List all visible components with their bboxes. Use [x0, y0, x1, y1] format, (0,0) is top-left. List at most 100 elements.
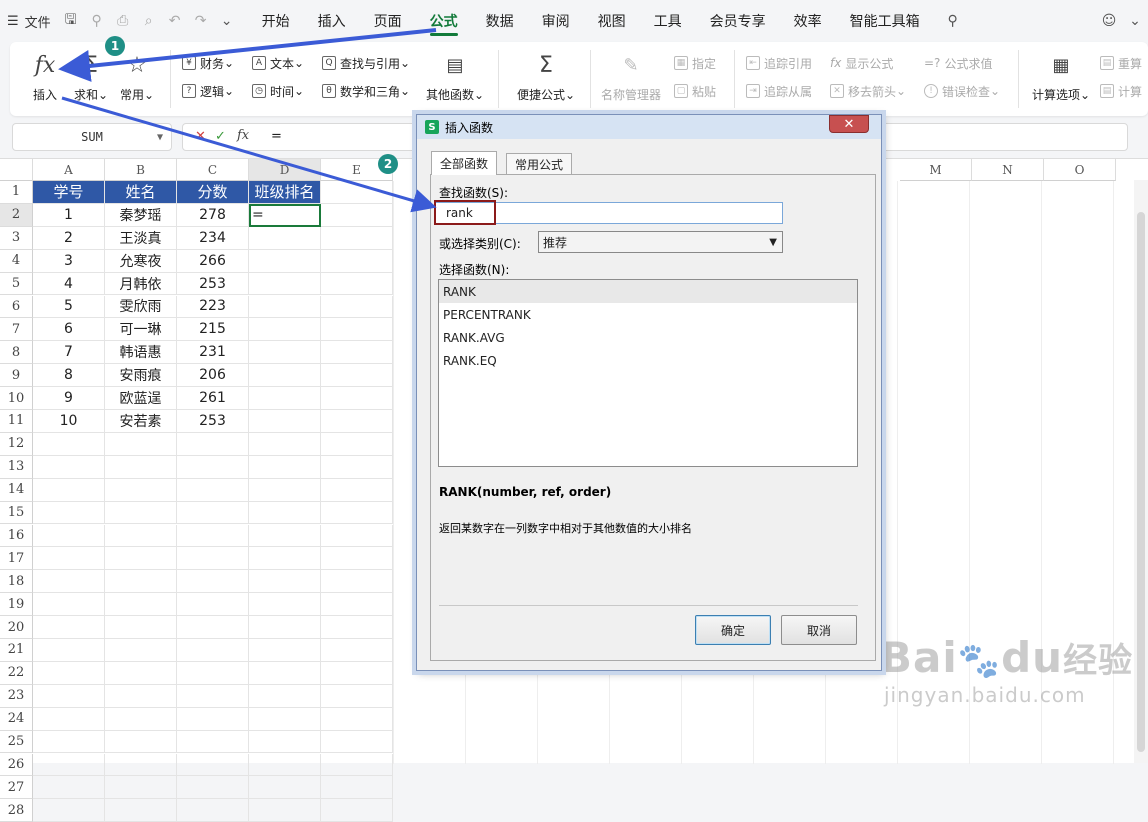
- ok-button[interactable]: 确定: [695, 615, 771, 645]
- table-cell[interactable]: [249, 341, 321, 365]
- table-cell[interactable]: [249, 295, 321, 319]
- row-header[interactable]: 15: [0, 501, 33, 525]
- empty-cell[interactable]: [321, 410, 393, 433]
- row-header[interactable]: 21: [0, 639, 33, 662]
- row-header[interactable]: 2: [0, 203, 33, 227]
- empty-cell[interactable]: [105, 593, 177, 617]
- tab-7[interactable]: 工具: [640, 0, 696, 42]
- tab-10[interactable]: 智能工具箱: [836, 0, 934, 42]
- common-button[interactable]: ☆ 常用⌄: [116, 50, 158, 103]
- table-cell[interactable]: 4: [33, 272, 105, 296]
- row-header[interactable]: 27: [0, 776, 33, 800]
- empty-cell[interactable]: [105, 639, 177, 662]
- empty-cell[interactable]: [321, 570, 393, 594]
- table-cell[interactable]: 231: [177, 341, 249, 365]
- other-functions-button[interactable]: ▤ 其他函数⌄: [422, 50, 488, 103]
- table-cell[interactable]: 10: [33, 410, 105, 433]
- row-header[interactable]: 6: [0, 295, 33, 319]
- table-cell[interactable]: 韩语惠: [105, 341, 177, 365]
- empty-cell[interactable]: [249, 501, 321, 525]
- empty-cell[interactable]: [321, 295, 393, 319]
- empty-cell[interactable]: [249, 707, 321, 731]
- table-cell[interactable]: [249, 318, 321, 342]
- empty-cell[interactable]: [321, 707, 393, 731]
- empty-cell[interactable]: [105, 707, 177, 731]
- table-cell[interactable]: 雯欣雨: [105, 295, 177, 319]
- row-header[interactable]: 12: [0, 432, 33, 456]
- empty-cell[interactable]: [177, 501, 249, 525]
- empty-cell[interactable]: [177, 593, 249, 617]
- function-list-item[interactable]: PERCENTRANK: [439, 303, 857, 326]
- empty-cell[interactable]: [249, 547, 321, 571]
- math-button[interactable]: θ 数学和三角 ⌄: [322, 80, 410, 102]
- empty-cell[interactable]: [249, 524, 321, 548]
- row-header[interactable]: 7: [0, 318, 33, 342]
- time-button[interactable]: ◷ 时间 ⌄: [252, 80, 304, 102]
- empty-cell[interactable]: [249, 661, 321, 685]
- table-cell[interactable]: [249, 272, 321, 296]
- empty-cell[interactable]: [321, 272, 393, 296]
- empty-cell[interactable]: [249, 593, 321, 617]
- column-header[interactable]: O: [1044, 159, 1116, 181]
- fx-icon[interactable]: fx: [237, 128, 249, 143]
- header-cell[interactable]: 分数: [177, 181, 249, 204]
- empty-cell[interactable]: [177, 730, 249, 754]
- empty-cell[interactable]: [33, 661, 105, 685]
- column-header[interactable]: N: [972, 159, 1044, 181]
- row-header[interactable]: 5: [0, 272, 33, 296]
- empty-cell[interactable]: [321, 799, 393, 822]
- category-select[interactable]: 推荐 ▼: [538, 231, 783, 253]
- empty-cell[interactable]: [105, 776, 177, 800]
- name-box[interactable]: SUM ▼: [12, 123, 172, 151]
- calc-options-button[interactable]: ▦ 计算选项⌄: [1028, 50, 1094, 103]
- tab-0[interactable]: 开始: [248, 0, 304, 42]
- empty-cell[interactable]: [321, 547, 393, 571]
- show-formula-button[interactable]: fx 显示公式: [830, 52, 893, 74]
- row-header[interactable]: 24: [0, 707, 33, 731]
- empty-cell[interactable]: [33, 478, 105, 502]
- function-list-item[interactable]: RANK: [439, 280, 857, 303]
- empty-cell[interactable]: [105, 570, 177, 594]
- empty-cell[interactable]: [321, 387, 393, 410]
- table-cell[interactable]: 欧蓝逞: [105, 387, 177, 410]
- table-cell[interactable]: 266: [177, 249, 249, 273]
- cancel-button[interactable]: 取消: [781, 615, 857, 645]
- more-chevron-icon[interactable]: ⌄: [214, 0, 240, 42]
- empty-cell[interactable]: [105, 616, 177, 639]
- empty-cell[interactable]: [177, 478, 249, 502]
- table-cell[interactable]: 253: [177, 410, 249, 433]
- empty-cell[interactable]: [177, 799, 249, 822]
- row-header[interactable]: 1: [0, 181, 33, 204]
- empty-cell[interactable]: [33, 684, 105, 708]
- column-header[interactable]: A: [33, 159, 105, 181]
- row-header[interactable]: 9: [0, 364, 33, 388]
- empty-cell[interactable]: [321, 181, 393, 204]
- empty-cell[interactable]: [249, 799, 321, 822]
- row-header[interactable]: 20: [0, 616, 33, 639]
- empty-cell[interactable]: [33, 455, 105, 479]
- logic-button[interactable]: ? 逻辑 ⌄: [182, 80, 234, 102]
- row-header[interactable]: 10: [0, 387, 33, 410]
- empty-cell[interactable]: [321, 226, 393, 250]
- empty-cell[interactable]: [177, 432, 249, 456]
- insert-function-button[interactable]: fx 插入: [24, 50, 66, 103]
- table-cell[interactable]: 6: [33, 318, 105, 342]
- header-cell[interactable]: 姓名: [105, 181, 177, 204]
- empty-cell[interactable]: [105, 547, 177, 571]
- empty-cell[interactable]: [177, 616, 249, 639]
- tab-8[interactable]: 会员专享: [696, 0, 780, 42]
- table-cell[interactable]: 王淡真: [105, 226, 177, 250]
- empty-cell[interactable]: [105, 730, 177, 754]
- tab-5[interactable]: 审阅: [528, 0, 584, 42]
- empty-cell[interactable]: [33, 707, 105, 731]
- empty-cell[interactable]: [321, 616, 393, 639]
- table-cell[interactable]: 206: [177, 364, 249, 388]
- table-cell[interactable]: 月韩依: [105, 272, 177, 296]
- row-header[interactable]: 22: [0, 661, 33, 685]
- empty-cell[interactable]: [321, 730, 393, 754]
- empty-cell[interactable]: [321, 776, 393, 800]
- tab-2[interactable]: 页面: [360, 0, 416, 42]
- column-header[interactable]: M: [900, 159, 972, 181]
- function-list[interactable]: RANK PERCENTRANK RANK.AVG RANK.EQ: [438, 279, 858, 467]
- confirm-formula-icon[interactable]: ✓: [215, 129, 226, 144]
